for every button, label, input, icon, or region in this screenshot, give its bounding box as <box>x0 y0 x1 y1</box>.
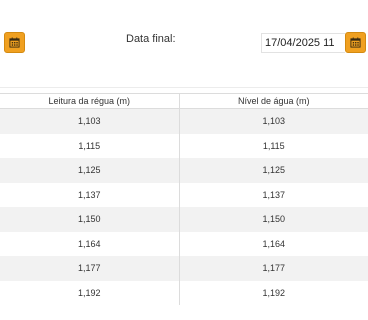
gauge-reading-cell: 1,137 <box>0 182 179 207</box>
water-level-cell: 1,115 <box>178 133 368 158</box>
table-row: 1,192 1,192 <box>0 280 368 305</box>
table-row: 1,164 1,164 <box>0 231 368 256</box>
start-date-calendar-button[interactable] <box>4 32 25 53</box>
water-level-cell: 1,103 <box>178 108 368 134</box>
gauge-reading-cell: 1,192 <box>0 280 179 305</box>
gauge-reading-cell: 1,115 <box>0 133 179 158</box>
calendar-icon <box>9 37 20 48</box>
column-header-water-level[interactable]: Nível de água (m) <box>178 93 368 109</box>
column-header-gauge-reading[interactable]: Leitura da régua (m) <box>0 93 179 109</box>
readings-table: Leitura da régua (m) Nível de água (m) 1… <box>0 93 368 305</box>
gauge-reading-cell: 1,125 <box>0 158 179 183</box>
table-row: 1,150 1,150 <box>0 207 368 232</box>
table-row: 1,125 1,125 <box>0 158 368 183</box>
end-date-calendar-button[interactable] <box>345 32 366 53</box>
section-divider <box>0 87 368 88</box>
water-level-cell: 1,192 <box>178 280 368 305</box>
water-level-cell: 1,177 <box>178 256 368 281</box>
table-row: 1,115 1,115 <box>0 133 368 158</box>
table-row: 1,177 1,177 <box>0 256 368 281</box>
table-row: 1,137 1,137 <box>0 182 368 207</box>
gauge-reading-cell: 1,164 <box>0 231 179 256</box>
table-row: 1,103 1,103 <box>0 108 368 134</box>
water-level-cell: 1,150 <box>178 207 368 232</box>
gauge-reading-cell: 1,177 <box>0 256 179 281</box>
gauge-reading-cell: 1,103 <box>0 108 179 134</box>
calendar-icon <box>350 37 361 48</box>
table-header-row: Leitura da régua (m) Nível de água (m) <box>0 93 368 109</box>
end-date-input[interactable] <box>261 33 345 53</box>
gauge-reading-cell: 1,150 <box>0 207 179 232</box>
end-date-label: Data final: <box>126 33 176 45</box>
water-level-cell: 1,164 <box>178 231 368 256</box>
water-level-cell: 1,125 <box>178 158 368 183</box>
water-level-cell: 1,137 <box>178 182 368 207</box>
